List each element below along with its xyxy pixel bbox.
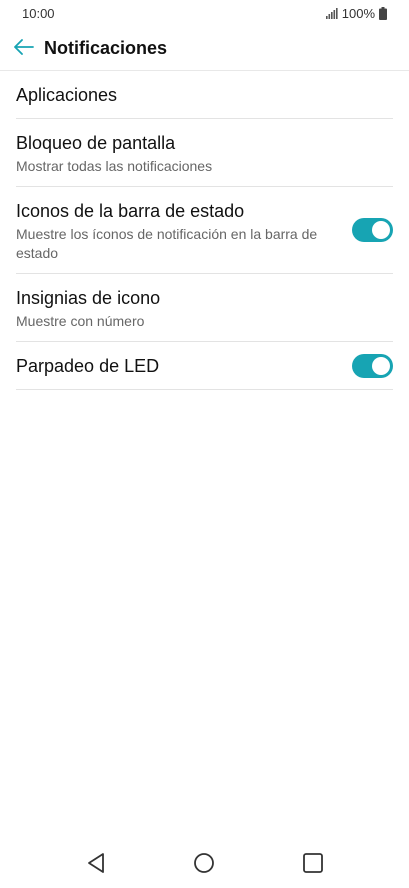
settings-item-title: Iconos de la barra de estado — [16, 201, 245, 221]
settings-item-title: Insignias de icono — [16, 288, 161, 308]
settings-item-aplicaciones[interactable]: Aplicaciones — [16, 71, 393, 119]
settings-item-title: Bloqueo de pantalla — [16, 133, 176, 153]
page-title: Notificaciones — [44, 38, 168, 58]
settings-item-insignias-de-icono[interactable]: Insignias de icono Muestre con número — [16, 274, 393, 342]
settings-item-title: Parpadeo de LED — [16, 356, 160, 376]
navigation-bar — [0, 842, 409, 888]
nav-recents-button[interactable] — [298, 850, 328, 880]
settings-item-subtitle: Mostrar todas las notificaciones — [16, 158, 213, 174]
settings-item-iconos-barra-estado[interactable]: Iconos de la barra de estado Muestre los… — [16, 187, 393, 274]
home-circle-icon — [193, 852, 215, 879]
app-bar: Notificaciones — [0, 28, 409, 70]
settings-list: Aplicaciones Bloqueo de pantalla Mostrar… — [16, 71, 393, 390]
iconos-barra-estado-toggle[interactable] — [352, 218, 393, 242]
back-button[interactable] — [8, 33, 40, 65]
nav-home-button[interactable] — [189, 850, 219, 880]
back-arrow-icon — [14, 38, 34, 60]
recents-square-icon — [302, 852, 324, 879]
status-time: 10:00 — [22, 6, 55, 21]
settings-item-subtitle: Muestre los íconos de notificación en la… — [16, 226, 318, 261]
settings-item-parpadeo-de-led[interactable]: Parpadeo de LED — [16, 342, 393, 390]
settings-item-title: Aplicaciones — [16, 85, 118, 105]
nav-back-button[interactable] — [81, 850, 111, 880]
settings-item-bloqueo-de-pantalla[interactable]: Bloqueo de pantalla Mostrar todas las no… — [16, 119, 393, 187]
status-indicators: 100% — [325, 6, 387, 21]
signal-icon — [325, 8, 338, 19]
battery-icon — [379, 7, 387, 20]
status-bar: 10:00 100% — [0, 0, 409, 28]
settings-item-subtitle: Muestre con número — [16, 313, 145, 329]
back-triangle-icon — [86, 852, 106, 879]
toggle-knob — [372, 221, 390, 239]
battery-percent: 100% — [341, 6, 375, 21]
parpadeo-led-toggle[interactable] — [352, 354, 393, 378]
toggle-knob — [372, 357, 390, 375]
